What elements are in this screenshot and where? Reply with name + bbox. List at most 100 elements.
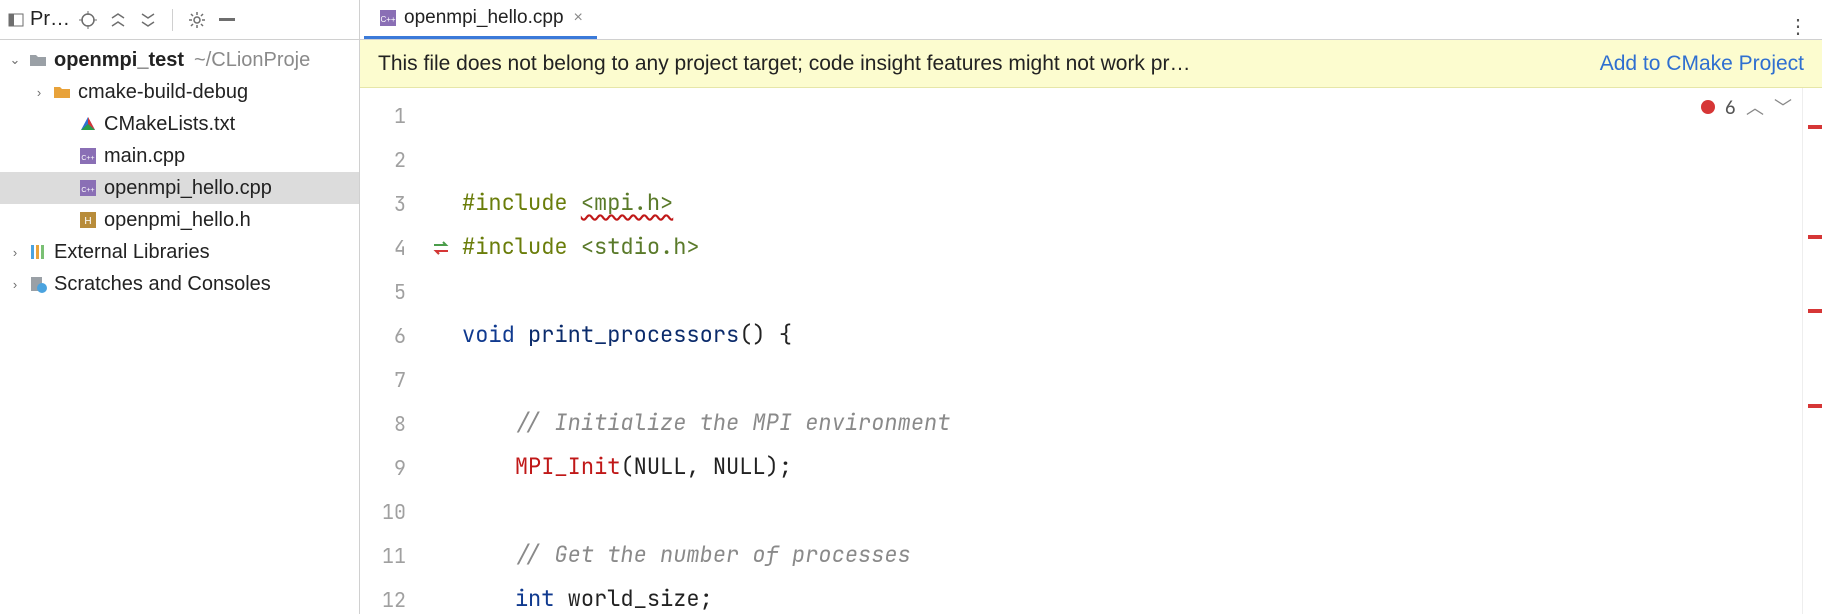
notification-action-link[interactable]: Add to CMake Project (1600, 52, 1804, 76)
tree-node-label: External Libraries (54, 241, 210, 264)
error-marker[interactable] (1808, 404, 1822, 408)
code-editor[interactable]: 123456789101112 6 ︿ ﹀ #include <mpi.h>#i… (360, 88, 1822, 614)
expand-all-icon[interactable] (108, 10, 128, 30)
code-line[interactable] (462, 489, 1802, 533)
line-number: 2 (360, 138, 420, 182)
h-icon: H (78, 210, 98, 230)
error-indicator-icon (1701, 100, 1715, 114)
close-tab-icon[interactable]: × (574, 9, 583, 27)
tree-node-label: cmake-build-debug (78, 81, 248, 104)
tree-node-helloh[interactable]: Hopenpmi_hello.h (0, 204, 359, 236)
gutter-icon-slot (420, 314, 462, 358)
line-number: 4 (360, 226, 420, 270)
line-number: 12 (360, 578, 420, 614)
tree-node-extlib[interactable]: › External Libraries (0, 236, 359, 268)
error-count: 6 (1725, 95, 1736, 120)
line-number: 10 (360, 490, 420, 534)
svg-text:H: H (84, 216, 91, 227)
project-title: Pr… (6, 8, 70, 31)
project-toolwindow-header: Pr… (0, 0, 359, 40)
line-number: 7 (360, 358, 420, 402)
tree-node-label: openpmi_hello.h (104, 209, 251, 232)
tree-node-label: openmpi_test (54, 49, 184, 72)
editor-tab[interactable]: C++ openmpi_hello.cpp × (364, 0, 597, 39)
gutter-icon-slot (420, 490, 462, 534)
tree-node-root[interactable]: ⌄ openmpi_test ~/CLionProje (0, 44, 359, 76)
code-line[interactable] (462, 269, 1802, 313)
tree-node-scratch[interactable]: › Scratches and Consoles (0, 268, 359, 300)
tree-arrow-icon[interactable]: › (8, 277, 22, 292)
line-number: 1 (360, 94, 420, 138)
editor-tab-bar: C++ openmpi_hello.cpp × ⋮ (360, 0, 1822, 40)
tree-node-suffix: ~/CLionProje (194, 49, 310, 72)
tree-node-hellocpp[interactable]: C++ openmpi_hello.cpp (0, 172, 359, 204)
project-tool-window: Pr… ⌄ openmpi_test ~/CLionProje › cmake-buil… (0, 0, 360, 614)
line-number: 11 (360, 534, 420, 578)
cpp-icon: C++ (78, 178, 98, 198)
folder-icon (28, 50, 48, 70)
settings-icon[interactable] (187, 10, 207, 30)
tree-node-label: openmpi_hello.cpp (104, 177, 272, 200)
tree-node-cmakelists[interactable]: CMakeLists.txt (0, 108, 359, 140)
scratch-icon (28, 274, 48, 294)
folder-open-icon (52, 82, 72, 102)
project-tree[interactable]: ⌄ openmpi_test ~/CLionProje › cmake-build-de… (0, 40, 359, 300)
tree-arrow-icon[interactable]: ⌄ (8, 52, 22, 68)
collapse-all-icon[interactable] (138, 10, 158, 30)
gutter-icon-slot (420, 94, 462, 138)
tree-node-label: Scratches and Consoles (54, 273, 271, 296)
tree-node-maincpp[interactable]: C++ main.cpp (0, 140, 359, 172)
svg-text:C++: C++ (380, 15, 395, 24)
error-marker[interactable] (1808, 125, 1822, 129)
line-number: 8 (360, 402, 420, 446)
notification-message: This file does not belong to any project… (378, 52, 1570, 76)
svg-text:C++: C++ (81, 187, 94, 194)
error-stripe[interactable] (1802, 88, 1822, 614)
next-highlight-icon[interactable]: ﹀ (1774, 94, 1792, 120)
gutter-icon-strip (420, 88, 462, 614)
code-line[interactable]: MPI_Init(NULL, NULL); (462, 445, 1802, 489)
cpp-icon: C++ (78, 146, 98, 166)
tree-node-builddir[interactable]: › cmake-build-debug (0, 76, 359, 108)
toolwindow-icon (6, 10, 26, 30)
hide-icon[interactable] (217, 10, 237, 30)
tab-overflow-menu-icon[interactable]: ⋮ (1774, 14, 1822, 39)
code-line[interactable]: void print_processors() { (462, 313, 1802, 357)
tree-arrow-icon[interactable]: › (32, 85, 46, 100)
gutter-icon-slot (420, 182, 462, 226)
code-line[interactable]: // Get the number of processes (462, 533, 1802, 577)
tree-node-label: main.cpp (104, 145, 185, 168)
code-line[interactable] (462, 357, 1802, 401)
code-line[interactable]: #include <mpi.h> (462, 181, 1802, 225)
prev-highlight-icon[interactable]: ︿ (1746, 94, 1764, 120)
gutter-icon-slot (420, 446, 462, 490)
error-marker[interactable] (1808, 309, 1822, 313)
editor-tab-label: openmpi_hello.cpp (404, 7, 564, 29)
project-toolbar (78, 9, 237, 31)
error-marker[interactable] (1808, 235, 1822, 239)
gutter-icon-slot (420, 534, 462, 578)
gutter-icon-slot (420, 578, 462, 614)
inspection-widget[interactable]: 6 ︿ ﹀ (1701, 94, 1792, 120)
code-line[interactable]: // Initialize the MPI environment (462, 401, 1802, 445)
svg-text:C++: C++ (81, 155, 94, 162)
editor-area: C++ openmpi_hello.cpp × ⋮ This file does… (360, 0, 1822, 614)
code-content[interactable]: 6 ︿ ﹀ #include <mpi.h>#include <stdio.h>… (462, 88, 1802, 614)
gutter-icon-slot (420, 270, 462, 314)
gutter-icon-slot (420, 138, 462, 182)
code-line[interactable]: #include <stdio.h> (462, 225, 1802, 269)
gutter-icon-slot (420, 226, 462, 270)
locate-icon[interactable] (78, 10, 98, 30)
swap-icon[interactable] (431, 238, 451, 258)
editor-notification-bar: This file does not belong to any project… (360, 40, 1822, 88)
toolbar-divider (172, 9, 173, 31)
code-line[interactable]: int world_size; (462, 577, 1802, 614)
line-number: 9 (360, 446, 420, 490)
gutter-icon-slot (420, 358, 462, 402)
tree-node-label: CMakeLists.txt (104, 113, 235, 136)
cpp-icon: C++ (378, 8, 398, 28)
gutter-icon-slot (420, 402, 462, 446)
line-number-gutter: 123456789101112 (360, 88, 420, 614)
tree-arrow-icon[interactable]: › (8, 245, 22, 260)
libs-icon (28, 242, 48, 262)
